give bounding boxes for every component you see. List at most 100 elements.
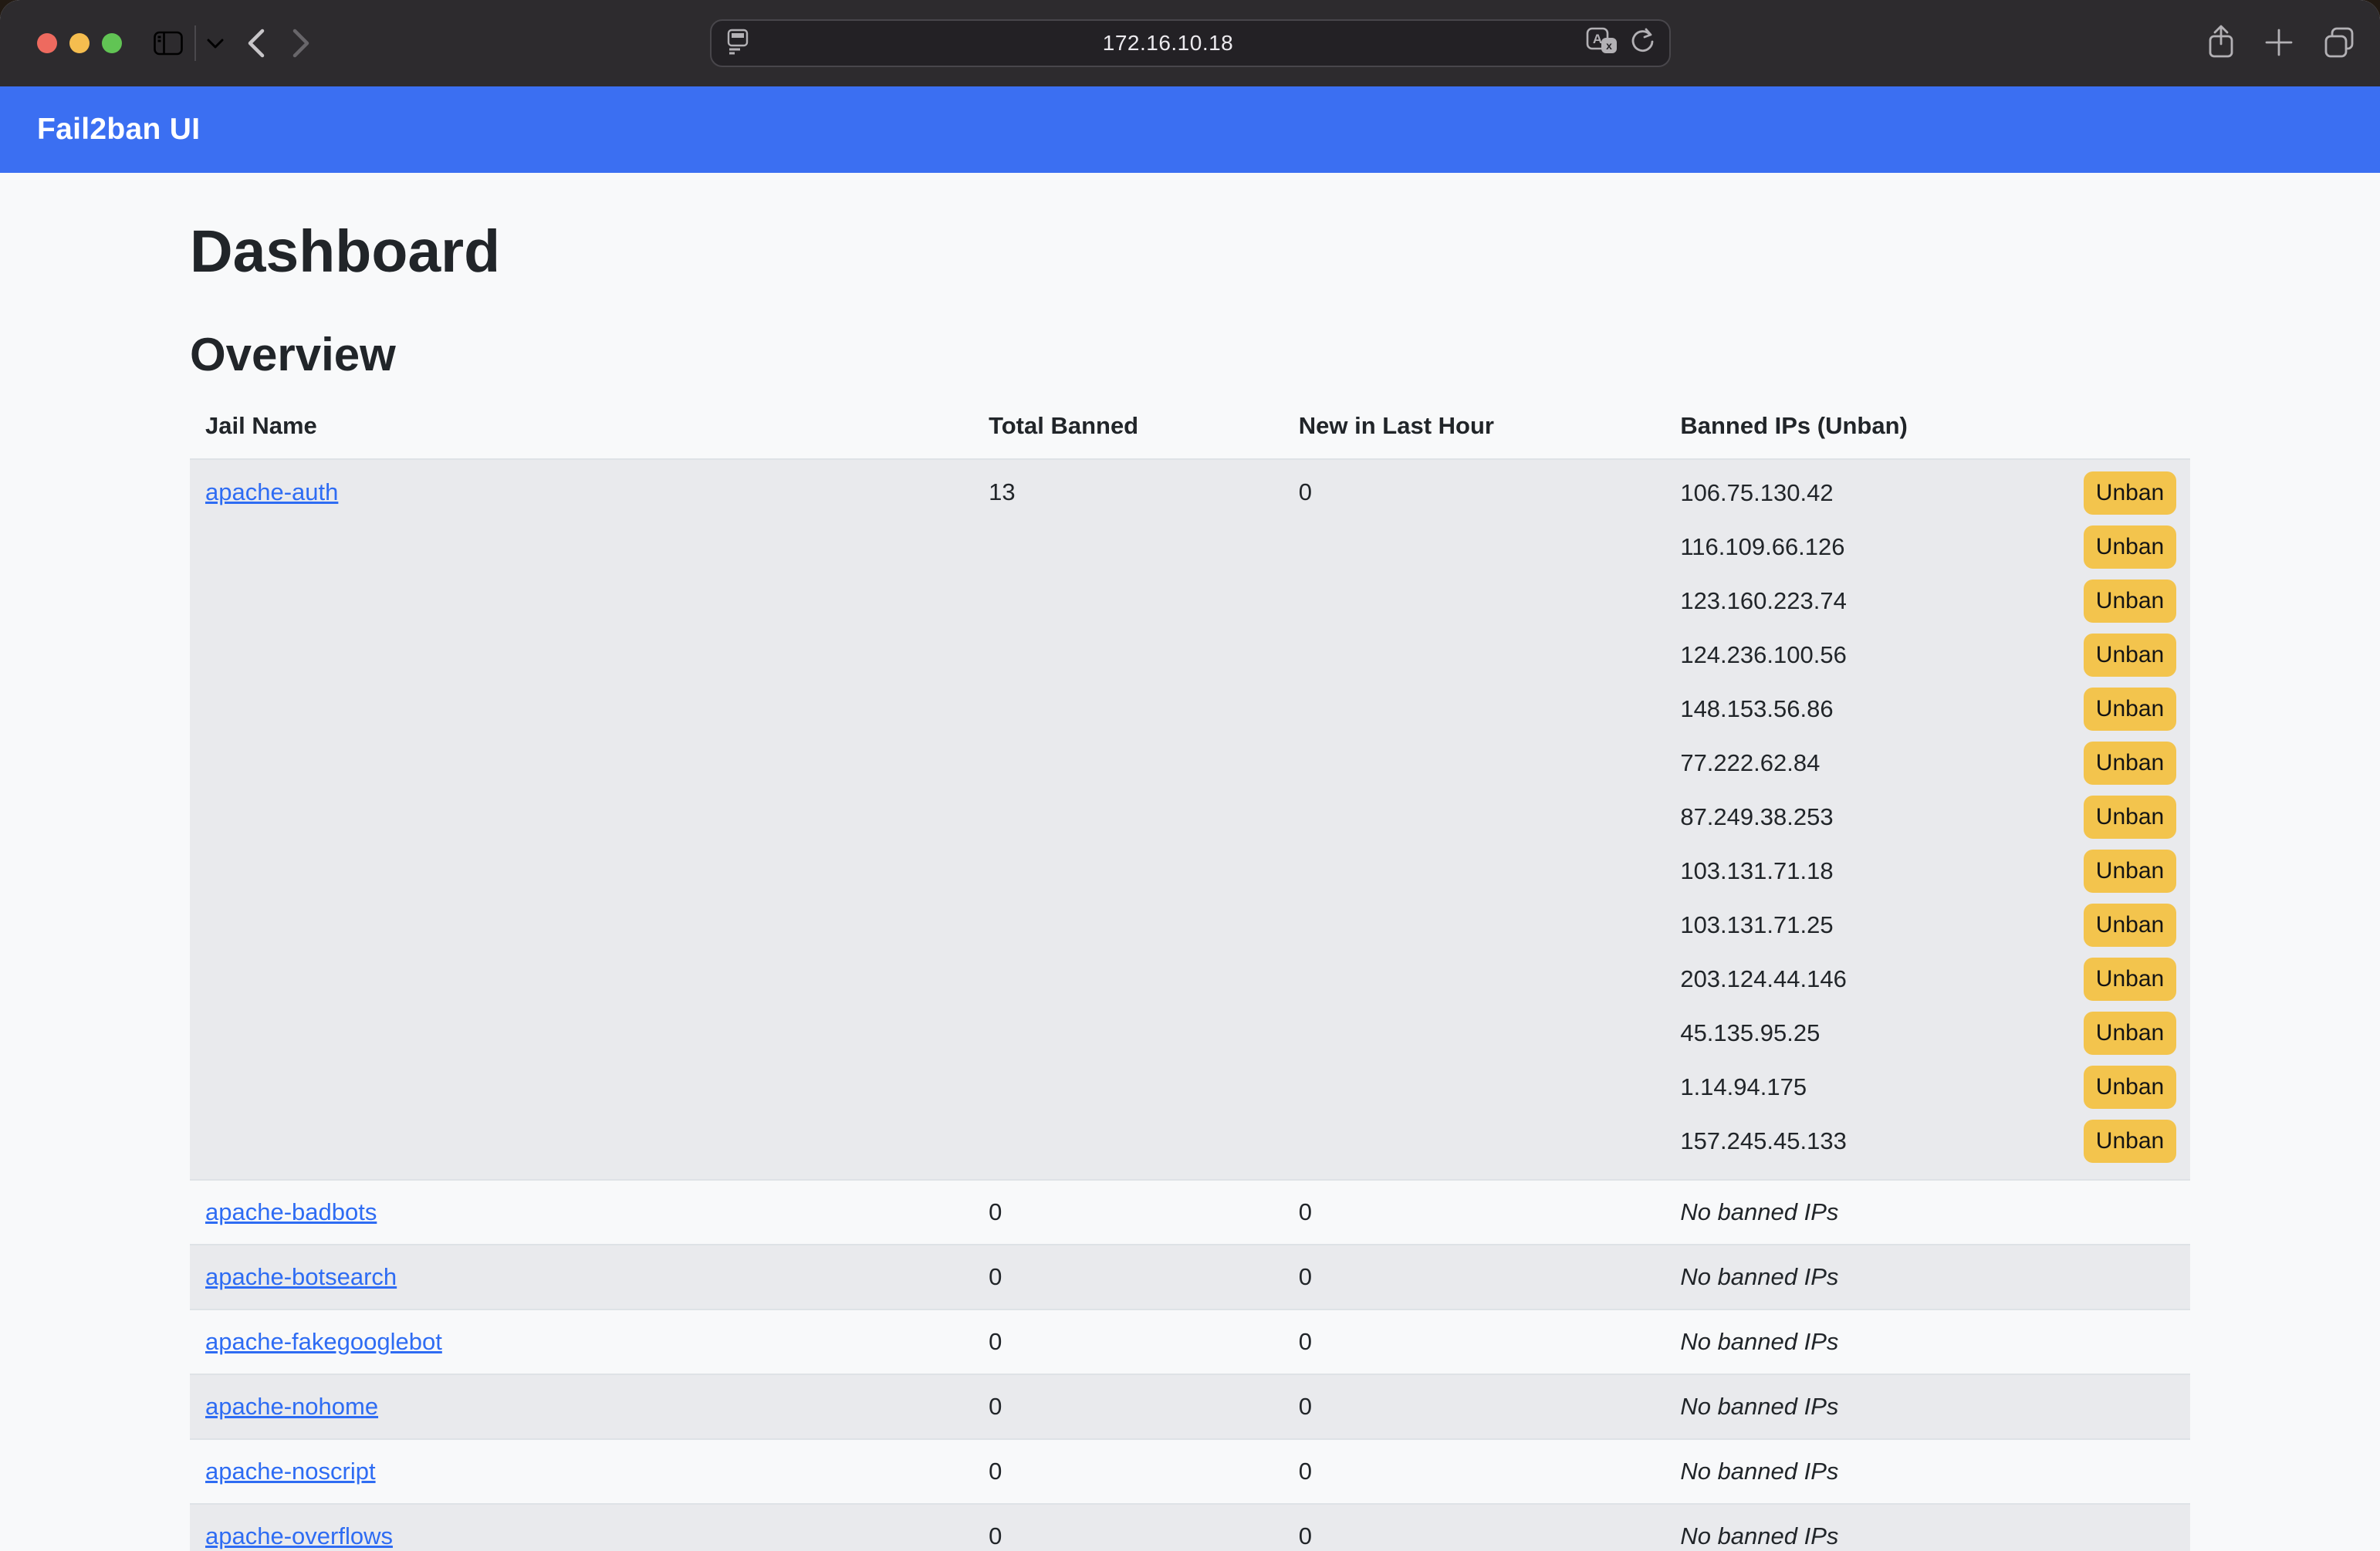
sidebar-icon (153, 30, 184, 56)
banned-ip-row: 124.236.100.56 Unban (1680, 628, 2176, 682)
table-row: apache-botsearch 0 0 No banned IPs (190, 1245, 2190, 1309)
page-settings-icon[interactable] (725, 28, 750, 59)
share-icon (2206, 24, 2236, 63)
new-last-hour-cell: 0 (1283, 1180, 1665, 1245)
unban-button[interactable]: Unban (2084, 525, 2176, 569)
plus-icon (2263, 26, 2295, 61)
jail-link[interactable]: apache-fakegooglebot (205, 1328, 442, 1355)
close-window-button[interactable] (37, 33, 57, 53)
unban-button[interactable]: Unban (2084, 958, 2176, 1001)
forward-icon (292, 28, 310, 59)
unban-button[interactable]: Unban (2084, 1066, 2176, 1109)
banned-ip: 106.75.130.42 (1680, 479, 1833, 507)
address-bar[interactable]: 172.16.10.18 A x (710, 19, 1671, 67)
banned-ip: 116.109.66.126 (1680, 533, 1844, 561)
unban-button[interactable]: Unban (2084, 904, 2176, 947)
banned-ip-row: 123.160.223.74 Unban (1680, 574, 2176, 628)
tab-overview-button[interactable] (2321, 25, 2357, 62)
total-banned-cell: 0 (973, 1180, 1283, 1245)
banned-ips-cell: 106.75.130.42 Unban 116.109.66.126 Unban… (1665, 459, 2190, 1180)
no-banned-ips-label: No banned IPs (1680, 1522, 1838, 1549)
svg-text:x: x (1606, 39, 1612, 52)
overview-table: Jail Name Total Banned New in Last Hour … (190, 397, 2190, 1551)
jail-link[interactable]: apache-noscript (205, 1458, 376, 1485)
jail-link[interactable]: apache-overflows (205, 1522, 393, 1549)
new-last-hour-cell: 0 (1283, 1374, 1665, 1439)
svg-text:A: A (1593, 32, 1602, 46)
app-header: Fail2ban UI (0, 86, 2380, 173)
total-banned-cell: 0 (973, 1245, 1283, 1309)
nav-controls (153, 25, 310, 61)
app-title: Fail2ban UI (37, 113, 200, 147)
jail-link[interactable]: apache-badbots (205, 1198, 377, 1225)
jail-link[interactable]: apache-botsearch (205, 1263, 397, 1290)
banned-ips-cell: No banned IPs (1665, 1245, 2190, 1309)
browser-window: 172.16.10.18 A x (0, 0, 2380, 1551)
unban-button[interactable]: Unban (2084, 742, 2176, 785)
table-row: apache-fakegooglebot 0 0 No banned IPs (190, 1309, 2190, 1374)
unban-button[interactable]: Unban (2084, 796, 2176, 839)
total-banned-cell: 13 (973, 459, 1283, 1180)
page-content: Dashboard Overview Jail Name Total Banne… (0, 173, 2380, 1551)
back-icon (247, 28, 265, 59)
banned-ip: 87.249.38.253 (1680, 803, 1833, 831)
banned-ips-cell: No banned IPs (1665, 1504, 2190, 1551)
new-last-hour-cell: 0 (1283, 1245, 1665, 1309)
banned-ip: 45.135.95.25 (1680, 1019, 1820, 1047)
table-row: apache-auth 13 0 106.75.130.42 Unban 116… (190, 459, 2190, 1180)
banned-ip-row: 157.245.45.133 Unban (1680, 1114, 2176, 1168)
unban-button[interactable]: Unban (2084, 471, 2176, 515)
jail-link[interactable]: apache-nohome (205, 1393, 378, 1420)
table-row: apache-noscript 0 0 No banned IPs (190, 1439, 2190, 1504)
table-row: apache-nohome 0 0 No banned IPs (190, 1374, 2190, 1439)
column-header-total-banned: Total Banned (973, 397, 1283, 459)
back-button[interactable] (247, 28, 265, 59)
reload-icon[interactable] (1629, 27, 1655, 60)
new-tab-button[interactable] (2263, 26, 2295, 61)
unban-button[interactable]: Unban (2084, 634, 2176, 677)
banned-ips-cell: No banned IPs (1665, 1439, 2190, 1504)
banned-ip-row: 116.109.66.126 Unban (1680, 520, 2176, 574)
overview-table-body: apache-auth 13 0 106.75.130.42 Unban 116… (190, 459, 2190, 1551)
tab-group-dropdown-button[interactable] (207, 39, 224, 49)
jail-link[interactable]: apache-auth (205, 478, 338, 505)
unban-button[interactable]: Unban (2084, 1012, 2176, 1055)
table-row: apache-badbots 0 0 No banned IPs (190, 1180, 2190, 1245)
no-banned-ips-label: No banned IPs (1680, 1263, 1838, 1290)
table-row: apache-overflows 0 0 No banned IPs (190, 1504, 2190, 1551)
sidebar-toggle-button[interactable] (153, 30, 184, 56)
banned-ip: 77.222.62.84 (1680, 749, 1820, 777)
banned-ip-row: 1.14.94.175 Unban (1680, 1060, 2176, 1114)
banned-ip-row: 106.75.130.42 Unban (1680, 466, 2176, 520)
banned-ip: 157.245.45.133 (1680, 1127, 1847, 1155)
banned-ips-cell: No banned IPs (1665, 1309, 2190, 1374)
unban-button[interactable]: Unban (2084, 850, 2176, 893)
banned-ip-row: 45.135.95.25 Unban (1680, 1006, 2176, 1060)
unban-button[interactable]: Unban (2084, 688, 2176, 731)
no-banned-ips-label: No banned IPs (1680, 1458, 1838, 1485)
section-title: Overview (190, 327, 2190, 383)
minimize-window-button[interactable] (69, 33, 90, 53)
new-last-hour-cell: 0 (1283, 1504, 1665, 1551)
total-banned-cell: 0 (973, 1374, 1283, 1439)
toolbar-right (2206, 0, 2357, 86)
unban-button[interactable]: Unban (2084, 580, 2176, 623)
banned-ip-row: 103.131.71.25 Unban (1680, 898, 2176, 952)
banned-ip-row: 87.249.38.253 Unban (1680, 790, 2176, 844)
forward-button[interactable] (292, 28, 310, 59)
no-banned-ips-label: No banned IPs (1680, 1328, 1838, 1355)
banned-ip-row: 148.153.56.86 Unban (1680, 682, 2176, 736)
window-controls (0, 33, 122, 53)
translate-icon[interactable]: A x (1586, 27, 1618, 60)
banned-ip-row: 103.131.71.18 Unban (1680, 844, 2176, 898)
banned-ip: 1.14.94.175 (1680, 1073, 1807, 1101)
banned-ip: 103.131.71.25 (1680, 911, 1833, 939)
banned-ip: 123.160.223.74 (1680, 587, 1847, 615)
share-button[interactable] (2206, 24, 2236, 63)
unban-button[interactable]: Unban (2084, 1120, 2176, 1163)
url-text[interactable]: 172.16.10.18 (750, 31, 1586, 56)
tabs-icon (2321, 25, 2357, 62)
new-last-hour-cell: 0 (1283, 1439, 1665, 1504)
banned-ip-row: 203.124.44.146 Unban (1680, 952, 2176, 1006)
zoom-window-button[interactable] (102, 33, 122, 53)
